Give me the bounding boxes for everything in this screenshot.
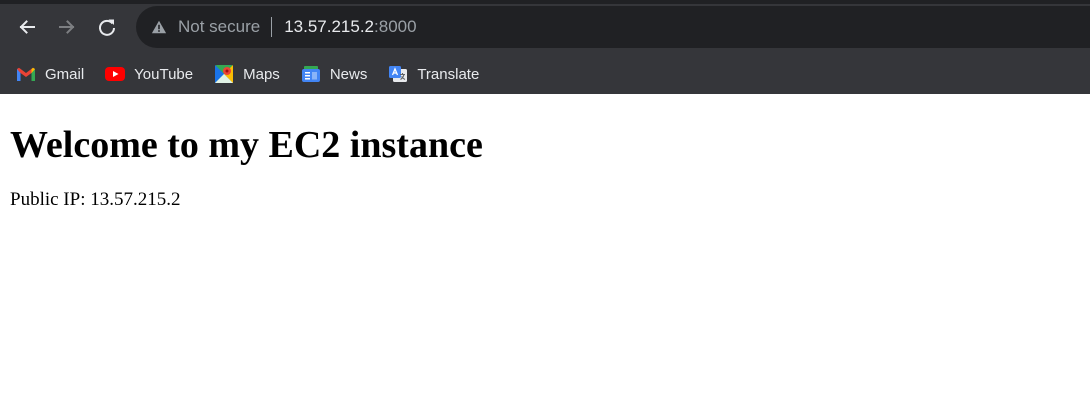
reload-icon: [99, 19, 115, 36]
page-content: Welcome to my EC2 instance Public IP: 13…: [0, 121, 1090, 211]
maps-icon: [214, 65, 234, 83]
gmail-icon: [16, 65, 36, 83]
bookmark-news[interactable]: News: [301, 65, 368, 83]
public-ip-text: Public IP: 13.57.215.2: [10, 189, 181, 210]
bookmark-label: Translate: [417, 65, 480, 83]
url-port: :8000: [374, 17, 417, 36]
reload-button[interactable]: [93, 13, 121, 41]
bookmark-youtube[interactable]: YouTube: [105, 65, 193, 83]
bookmark-label: News: [329, 65, 368, 83]
translate-icon: [388, 65, 408, 83]
bookmark-label: Gmail: [45, 65, 85, 83]
toolbar: Not secure 13.57.215.2 :8000: [0, 0, 1090, 54]
arrow-right-icon: [59, 20, 75, 34]
bookmark-label: YouTube: [134, 65, 194, 83]
bookmarks-bar: Gmail YouTube Maps News Translate: [0, 54, 1090, 94]
browser-chrome: Not secure 13.57.215.2 :8000 Gmail YouTu…: [0, 0, 1090, 94]
forward-button[interactable]: [53, 13, 81, 41]
bookmark-gmail[interactable]: Gmail: [16, 65, 84, 83]
warning-triangle-icon[interactable]: [150, 18, 168, 36]
news-icon: [301, 65, 321, 83]
bookmark-label: Maps: [243, 65, 280, 83]
omnibox-divider: [271, 17, 273, 37]
url-host: 13.57.215.2: [284, 17, 375, 36]
back-button[interactable]: [13, 13, 41, 41]
arrow-left-icon: [19, 20, 35, 34]
security-status-label[interactable]: Not secure: [178, 17, 260, 37]
page-heading: Welcome to my EC2 instance: [10, 124, 483, 166]
youtube-icon: [105, 65, 126, 83]
bookmark-translate[interactable]: Translate: [388, 65, 479, 83]
address-bar[interactable]: Not secure 13.57.215.2 :8000: [136, 6, 1090, 48]
bookmark-maps[interactable]: Maps: [214, 65, 280, 83]
